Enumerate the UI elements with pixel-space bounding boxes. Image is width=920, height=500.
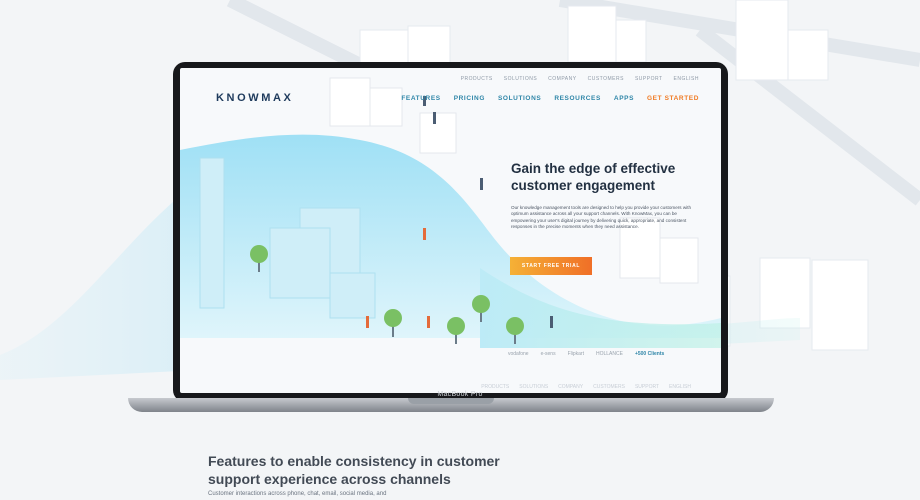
ghost-nav-language: ENGLISH [669, 384, 691, 390]
client-logo-hollance: HOLLANCE [596, 351, 623, 357]
features-section-body: Customer interactions across phone, chat… [208, 491, 387, 497]
features-title-line2: support experience across channels [208, 471, 451, 487]
laptop-screen: PRODUCTS SOLUTIONS COMPANY CUSTOMERS SUP… [180, 68, 721, 393]
client-logo-flipkart: Flipkart [567, 351, 584, 357]
top-nav-customers[interactable]: CUSTOMERS [588, 76, 624, 82]
nav-apps[interactable]: APPS [614, 95, 634, 102]
ghost-nav-customers: CUSTOMERS [593, 384, 625, 390]
nav-solutions[interactable]: SOLUTIONS [498, 95, 541, 102]
macbook-mockup: PRODUCTS SOLUTIONS COMPANY CUSTOMERS SUP… [128, 60, 774, 412]
client-logo-esens: e-sens [540, 351, 556, 357]
features-title-line1: Features to enable consistency in custom… [208, 453, 500, 469]
laptop-bezel: PRODUCTS SOLUTIONS COMPANY CUSTOMERS SUP… [173, 62, 728, 402]
ghost-nav-support: SUPPORT [634, 384, 660, 390]
laptop-notch [408, 398, 494, 404]
brand-logo[interactable]: KNOWMAX [216, 92, 293, 104]
hero-description: Our knowledge management tools are desig… [511, 205, 692, 230]
hero-title: Gain the edge of effective customer enga… [511, 160, 711, 194]
hero-title-line1: Gain the edge of effective [511, 161, 676, 176]
device-label: MacBook Pro [437, 391, 483, 398]
top-nav-solutions[interactable]: SOLUTIONS [504, 76, 537, 82]
top-nav-support[interactable]: SUPPORT [635, 76, 663, 82]
nav-resources[interactable]: RESOURCES [554, 95, 601, 102]
nav-get-started[interactable]: GET STARTED [647, 95, 699, 102]
hero-title-line2: customer engagement [511, 178, 656, 193]
client-logo-strip: vodafone e-sens Flipkart HOLLANCE +500 C… [508, 351, 664, 357]
top-nav: PRODUCTS SOLUTIONS COMPANY CUSTOMERS SUP… [461, 76, 699, 82]
start-free-trial-button[interactable]: START FREE TRIAL [510, 257, 592, 275]
nav-features[interactable]: FEATURES [401, 95, 440, 102]
top-nav-company[interactable]: COMPANY [548, 76, 576, 82]
ghost-nav-products: PRODUCTS [481, 384, 510, 390]
scrolled-nav-preview: PRODUCTS SOLUTIONS COMPANY CUSTOMERS SUP… [481, 384, 691, 390]
client-logo-vodafone: vodafone [508, 351, 529, 357]
main-nav: FEATURES PRICING SOLUTIONS RESOURCES APP… [401, 95, 699, 102]
features-section-title: Features to enable consistency in custom… [208, 452, 500, 488]
clients-link[interactable]: +500 Clients [635, 351, 664, 357]
nav-pricing[interactable]: PRICING [454, 95, 485, 102]
top-nav-products[interactable]: PRODUCTS [461, 76, 493, 82]
ghost-nav-solutions: SOLUTIONS [519, 384, 549, 390]
top-nav-language[interactable]: ENGLISH [674, 76, 699, 82]
ghost-nav-company: COMPANY [558, 384, 584, 390]
